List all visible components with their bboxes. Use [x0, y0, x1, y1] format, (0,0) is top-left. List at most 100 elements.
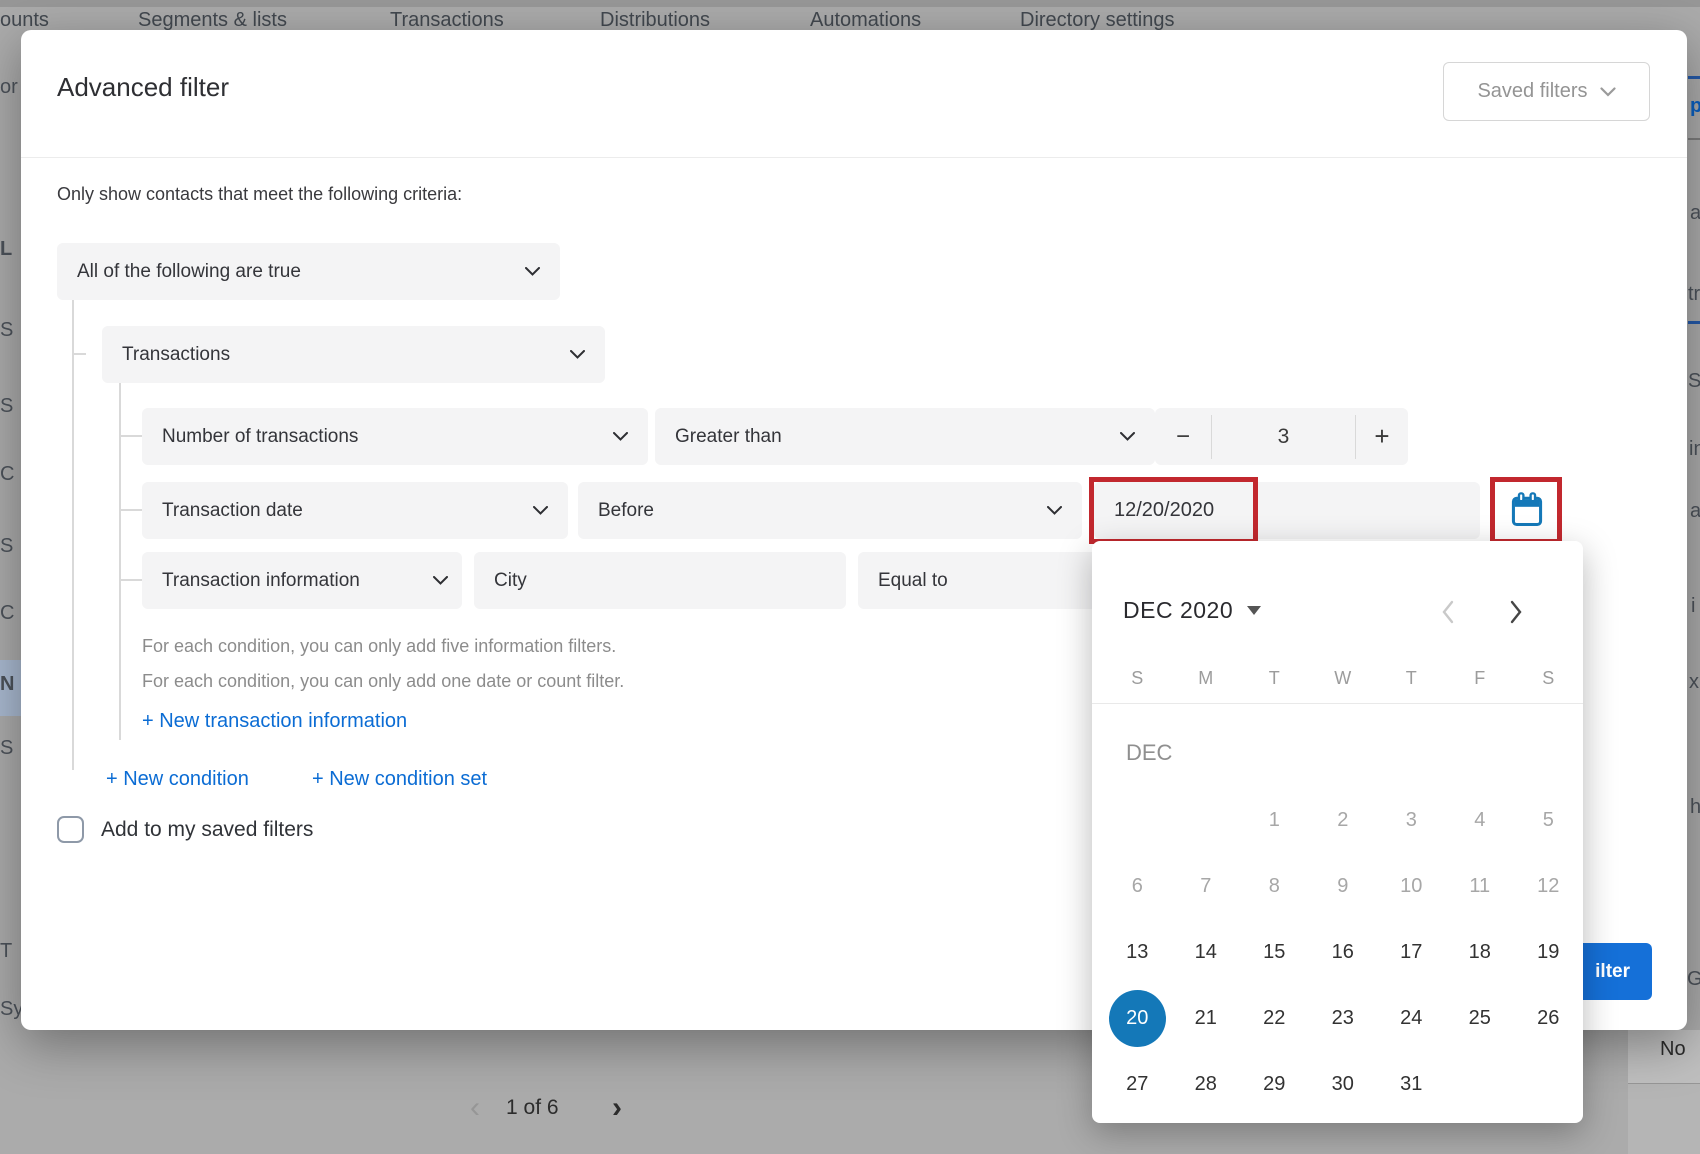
calendar-empty-cell	[1446, 1051, 1515, 1117]
condition-type-value: Transactions	[122, 344, 230, 366]
calendar-day: 12	[1514, 853, 1583, 919]
calendar-day[interactable]: 18	[1446, 919, 1515, 985]
calendar-day: 9	[1309, 853, 1378, 919]
pagination-next-icon: ›	[612, 1098, 622, 1118]
count-field-select[interactable]: Number of transactions	[142, 408, 648, 465]
weekday-label: T	[1377, 668, 1446, 689]
bg-partial-text: No	[1660, 1038, 1686, 1061]
tree-line	[119, 509, 142, 511]
calendar-day[interactable]: 28	[1172, 1051, 1241, 1117]
new-condition-link[interactable]: + New condition	[106, 768, 249, 791]
pagination-label: 1 of 6	[506, 1096, 559, 1120]
caret-down-icon	[1247, 606, 1261, 615]
chevron-down-icon	[570, 350, 585, 359]
calendar-week-row: 13141516171819	[1103, 919, 1583, 985]
background-top-band	[0, 0, 1700, 7]
note-date-count-filter: For each condition, you can only add one…	[142, 671, 624, 692]
calendar-day[interactable]: 16	[1309, 919, 1378, 985]
stepper-decrement-button[interactable]: −	[1155, 408, 1211, 465]
stepper-increment-button[interactable]: +	[1356, 408, 1408, 465]
previous-month-button[interactable]	[1440, 598, 1456, 626]
calendar-week-row: 20212223242526	[1103, 985, 1583, 1051]
info-operator-value: Equal to	[878, 570, 948, 592]
nav-tab-distributions: Distributions	[600, 9, 710, 32]
info-subfield-select[interactable]: City	[474, 552, 846, 609]
bg-fragment: Sy	[0, 998, 23, 1021]
calendar-day[interactable]: 17	[1377, 919, 1446, 985]
next-month-button[interactable]	[1508, 598, 1524, 626]
calendar-empty-cell	[1103, 787, 1172, 853]
bg-fragment: T	[0, 940, 12, 963]
weekday-label: W	[1309, 668, 1378, 689]
calendar-day[interactable]: 27	[1103, 1051, 1172, 1117]
bg-fragment: h	[1690, 796, 1700, 819]
calendar-day[interactable]: 21	[1172, 985, 1241, 1051]
calendar-divider	[1092, 703, 1583, 704]
calendar-day[interactable]: 22	[1240, 985, 1309, 1051]
weekday-label: M	[1172, 668, 1241, 689]
count-field-value: Number of transactions	[162, 426, 358, 448]
calendar-day[interactable]: 29	[1240, 1051, 1309, 1117]
chevron-down-icon	[613, 432, 628, 441]
condition-set-select[interactable]: All of the following are true	[57, 243, 560, 300]
bg-fragment: S	[0, 395, 13, 418]
bg-fragment: tr	[1688, 283, 1700, 306]
new-transaction-information-link[interactable]: + New transaction information	[142, 710, 407, 733]
chevron-down-icon	[1600, 87, 1616, 97]
tree-line	[119, 435, 142, 437]
chevron-down-icon	[533, 506, 548, 515]
bg-fragment: L	[0, 238, 12, 261]
calendar-day[interactable]: 31	[1377, 1051, 1446, 1117]
new-condition-set-link[interactable]: + New condition set	[312, 768, 487, 791]
bg-fragment: C	[0, 463, 14, 486]
tree-line	[119, 579, 142, 581]
saved-filters-label: Saved filters	[1477, 80, 1587, 103]
info-field-value: Transaction information	[162, 570, 360, 592]
chevron-down-icon	[433, 576, 448, 585]
annotation-box-date-value	[1089, 477, 1258, 544]
weekday-label: S	[1103, 668, 1172, 689]
calendar-day[interactable]: 14	[1172, 919, 1241, 985]
info-subfield-value: City	[494, 570, 527, 592]
tree-line	[72, 353, 86, 355]
month-year-dropdown[interactable]: DEC 2020	[1123, 597, 1261, 624]
nav-tab-directory-settings: Directory settings	[1020, 9, 1175, 32]
calendar-day: 8	[1240, 853, 1309, 919]
calendar-day[interactable]: 25	[1446, 985, 1515, 1051]
bg-fragment: x	[1689, 671, 1699, 694]
bg-fragment: in	[1689, 438, 1700, 461]
date-field-select[interactable]: Transaction date	[142, 482, 568, 539]
condition-set-value: All of the following are true	[77, 261, 301, 283]
stepper-value-input[interactable]: 3	[1212, 408, 1355, 465]
calendar-day[interactable]: 15	[1240, 919, 1309, 985]
calendar-day: 5	[1514, 787, 1583, 853]
add-to-saved-filters-checkbox[interactable]	[57, 816, 84, 843]
calendar-day[interactable]: 19	[1514, 919, 1583, 985]
saved-filters-button[interactable]: Saved filters	[1443, 62, 1650, 121]
calendar-day[interactable]: 30	[1309, 1051, 1378, 1117]
bg-fragment: a	[1690, 202, 1700, 225]
weekday-label: F	[1446, 668, 1515, 689]
criteria-label: Only show contacts that meet the followi…	[57, 184, 462, 205]
condition-type-select[interactable]: Transactions	[102, 326, 605, 383]
calendar-day[interactable]: 26	[1514, 985, 1583, 1051]
calendar-empty-cell	[1514, 1051, 1583, 1117]
weekday-label: T	[1240, 668, 1309, 689]
calendar-day[interactable]: 24	[1377, 985, 1446, 1051]
calendar-day[interactable]: 23	[1309, 985, 1378, 1051]
calendar-day[interactable]: 13	[1103, 919, 1172, 985]
bg-fragment: p	[1690, 95, 1700, 118]
calendar-day[interactable]: 20	[1103, 985, 1172, 1051]
nav-tab-automations: Automations	[810, 9, 921, 32]
bg-tab-underline	[1688, 76, 1700, 79]
info-field-select[interactable]: Transaction information	[142, 552, 462, 609]
calendar-week-row: 12345	[1103, 787, 1583, 853]
screen: ounts Segments & lists Transactions Dist…	[0, 0, 1700, 1154]
count-operator-value: Greater than	[675, 426, 782, 448]
bg-fragment: S	[0, 535, 13, 558]
bg-fragment: or	[0, 76, 18, 99]
count-operator-select[interactable]: Greater than	[655, 408, 1155, 465]
calendar-day: 6	[1103, 853, 1172, 919]
month-year-label: DEC 2020	[1123, 597, 1233, 624]
date-operator-select[interactable]: Before	[578, 482, 1082, 539]
